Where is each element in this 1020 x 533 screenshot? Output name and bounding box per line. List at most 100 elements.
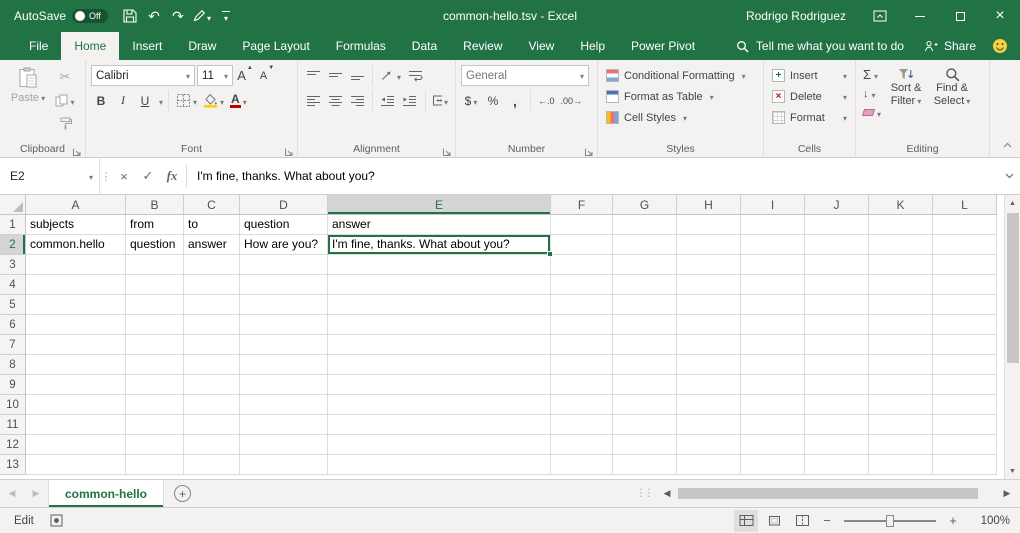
decrease-font-size-button[interactable]: A▼	[257, 65, 277, 86]
cell-C11[interactable]	[184, 415, 240, 435]
cell-L8[interactable]	[933, 355, 997, 375]
autosum-button[interactable]: Σ	[861, 65, 883, 84]
touch-mode-button[interactable]	[190, 0, 214, 32]
tab-draw[interactable]: Draw	[175, 32, 229, 60]
formula-input[interactable]: I'm fine, thanks. What about you?	[189, 158, 998, 194]
cell-K6[interactable]	[869, 315, 933, 335]
scroll-down-button[interactable]: ▼	[1005, 463, 1020, 479]
cell-A2[interactable]: common.hello	[26, 235, 126, 255]
row-header-5[interactable]: 5	[0, 295, 26, 315]
cell-I5[interactable]	[741, 295, 805, 315]
column-header-I[interactable]: I	[741, 195, 805, 215]
cell-J9[interactable]	[805, 375, 869, 395]
format-painter-button[interactable]	[51, 113, 79, 133]
cell-D4[interactable]	[240, 275, 328, 295]
top-align-button[interactable]	[303, 65, 323, 86]
cell-A10[interactable]	[26, 395, 126, 415]
cell-B6[interactable]	[126, 315, 184, 335]
cell-A12[interactable]	[26, 435, 126, 455]
cell-A5[interactable]	[26, 295, 126, 315]
cell-styles-button[interactable]: Cell Styles	[603, 107, 758, 128]
cell-C4[interactable]	[184, 275, 240, 295]
cell-B2[interactable]: question	[126, 235, 184, 255]
row-header-12[interactable]: 12	[0, 435, 26, 455]
redo-button[interactable]: ↷	[166, 0, 190, 32]
cell-B9[interactable]	[126, 375, 184, 395]
select-all-button[interactable]	[0, 195, 26, 215]
accounting-format-button[interactable]: $	[461, 90, 481, 111]
comma-style-button[interactable]: ,	[505, 90, 525, 111]
horizontal-scrollbar[interactable]: ⋮⋮ ◀ ▶	[636, 480, 1020, 507]
zoom-in-button[interactable]: +	[944, 513, 962, 528]
cell-I10[interactable]	[741, 395, 805, 415]
cell-I13[interactable]	[741, 455, 805, 475]
cell-L5[interactable]	[933, 295, 997, 315]
name-box[interactable]: E2	[0, 158, 100, 194]
normal-view-button[interactable]	[734, 510, 758, 532]
cell-J11[interactable]	[805, 415, 869, 435]
page-break-preview-button[interactable]	[790, 510, 814, 532]
cell-F5[interactable]	[551, 295, 613, 315]
cell-H11[interactable]	[677, 415, 741, 435]
autosave-switch[interactable]: Off	[72, 9, 108, 23]
cell-I4[interactable]	[741, 275, 805, 295]
cell-I3[interactable]	[741, 255, 805, 275]
autosave-toggle[interactable]: AutoSave Off	[0, 9, 118, 23]
cell-A13[interactable]	[26, 455, 126, 475]
percent-style-button[interactable]: %	[483, 90, 503, 111]
cell-J6[interactable]	[805, 315, 869, 335]
cell-B12[interactable]	[126, 435, 184, 455]
cell-F6[interactable]	[551, 315, 613, 335]
cell-B5[interactable]	[126, 295, 184, 315]
cell-K7[interactable]	[869, 335, 933, 355]
align-center-button[interactable]	[325, 90, 345, 111]
paste-button[interactable]: Paste	[5, 63, 51, 141]
cell-B3[interactable]	[126, 255, 184, 275]
minimize-button[interactable]	[900, 0, 940, 32]
clipboard-dialog-launcher[interactable]	[72, 144, 82, 154]
page-layout-view-button[interactable]	[762, 510, 786, 532]
cell-C10[interactable]	[184, 395, 240, 415]
cell-J2[interactable]	[805, 235, 869, 255]
cell-J13[interactable]	[805, 455, 869, 475]
bottom-align-button[interactable]	[347, 65, 367, 86]
cell-D7[interactable]	[240, 335, 328, 355]
tab-help[interactable]: Help	[567, 32, 618, 60]
cell-C13[interactable]	[184, 455, 240, 475]
cell-A7[interactable]	[26, 335, 126, 355]
cell-F13[interactable]	[551, 455, 613, 475]
cell-A6[interactable]	[26, 315, 126, 335]
cell-J1[interactable]	[805, 215, 869, 235]
cell-B4[interactable]	[126, 275, 184, 295]
cell-L12[interactable]	[933, 435, 997, 455]
cell-G8[interactable]	[613, 355, 677, 375]
font-size-select[interactable]: 11	[197, 65, 233, 86]
cell-L1[interactable]	[933, 215, 997, 235]
number-format-select[interactable]: General	[461, 65, 589, 86]
cell-K4[interactable]	[869, 275, 933, 295]
number-dialog-launcher[interactable]	[584, 144, 594, 154]
row-header-7[interactable]: 7	[0, 335, 26, 355]
cell-K2[interactable]	[869, 235, 933, 255]
cell-F4[interactable]	[551, 275, 613, 295]
row-header-2[interactable]: 2	[0, 235, 26, 255]
save-button[interactable]	[118, 0, 142, 32]
row-header-13[interactable]: 13	[0, 455, 26, 475]
cell-H4[interactable]	[677, 275, 741, 295]
cell-G12[interactable]	[613, 435, 677, 455]
row-header-3[interactable]: 3	[0, 255, 26, 275]
cell-E6[interactable]	[328, 315, 551, 335]
increase-decimal-button[interactable]: ←.0	[536, 90, 557, 111]
scroll-right-button[interactable]: ▶	[998, 488, 1016, 499]
column-header-B[interactable]: B	[126, 195, 184, 215]
column-header-H[interactable]: H	[677, 195, 741, 215]
cell-I11[interactable]	[741, 415, 805, 435]
wrap-text-button[interactable]	[405, 65, 425, 86]
cell-F2[interactable]	[551, 235, 613, 255]
row-header-10[interactable]: 10	[0, 395, 26, 415]
cell-D13[interactable]	[240, 455, 328, 475]
cell-A9[interactable]	[26, 375, 126, 395]
decrease-indent-button[interactable]	[378, 90, 398, 111]
column-header-C[interactable]: C	[184, 195, 240, 215]
cell-C7[interactable]	[184, 335, 240, 355]
